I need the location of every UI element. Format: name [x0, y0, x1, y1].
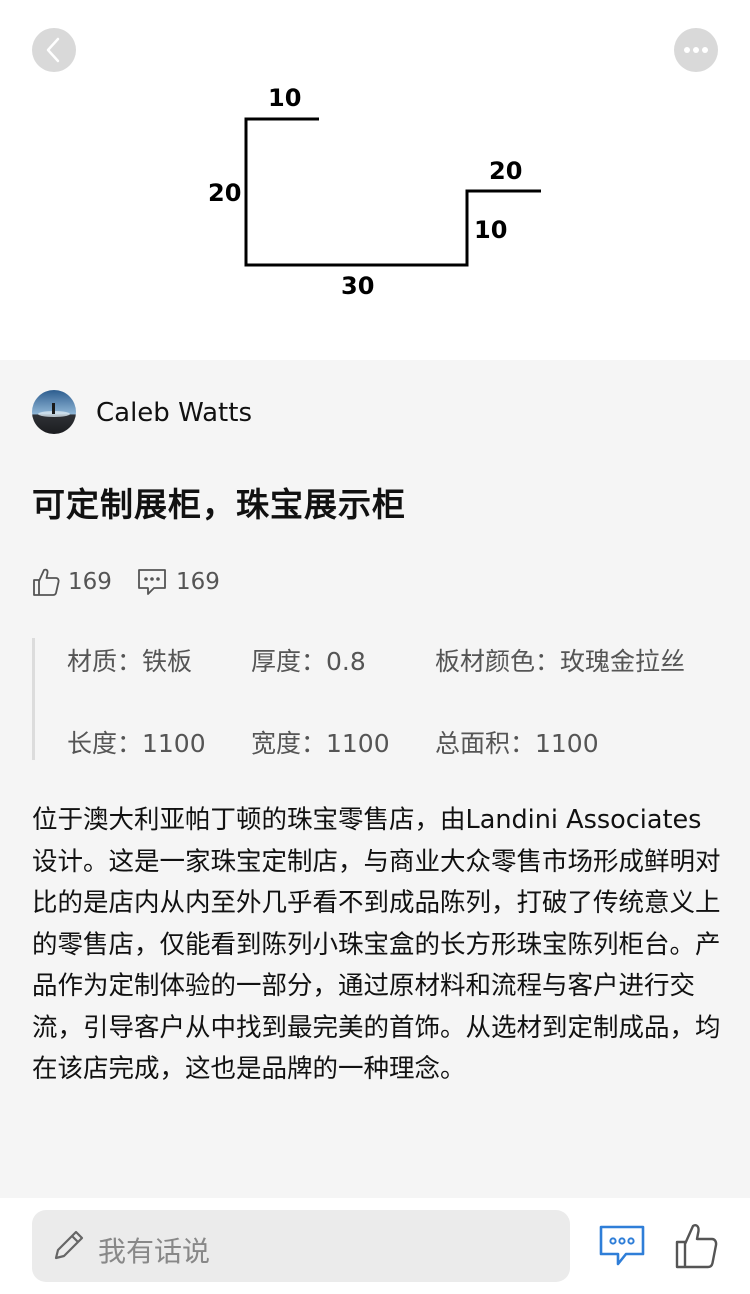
spec-color: 板材颜色：玫瑰金拉丝 — [435, 647, 686, 676]
comment-icon — [138, 569, 166, 595]
pencil-icon — [54, 1230, 84, 1260]
post-title: 可定制展柜，珠宝展示柜 — [32, 485, 406, 524]
dimension-label-right-flange: 20 — [489, 157, 523, 185]
spec-thickness: 厚度：0.8 — [251, 647, 366, 676]
ellipsis-icon — [684, 47, 708, 53]
post-stats: 169 169 — [32, 565, 432, 599]
like-button[interactable] — [674, 1222, 718, 1274]
comment-count-value: 169 — [176, 569, 220, 595]
spec-length: 长度：1100 — [67, 729, 206, 758]
dimension-label-top: 10 — [268, 84, 302, 112]
post-content: Caleb Watts 可定制展柜，珠宝展示柜 169 169 材质：铁板 厚度… — [0, 360, 750, 1198]
chevron-left-icon — [46, 37, 60, 63]
comment-count[interactable]: 169 — [136, 565, 220, 599]
back-button[interactable] — [32, 28, 76, 72]
profile-drawing — [244, 117, 541, 267]
comment-icon — [599, 1225, 645, 1266]
more-button[interactable] — [674, 28, 718, 72]
spec-block: 材质：铁板 厚度：0.8 板材颜色：玫瑰金拉丝 长度：1100 宽度：1100 … — [32, 638, 732, 760]
dimension-label-left: 20 — [208, 179, 242, 207]
dimension-label-bottom: 30 — [341, 272, 375, 300]
like-count[interactable]: 169 — [32, 565, 112, 599]
dimension-label-right-height: 10 — [474, 216, 508, 244]
hero-image: 10 20 30 20 10 — [0, 0, 750, 360]
spec-width: 宽度：1100 — [251, 729, 390, 758]
thumbs-up-icon — [33, 568, 60, 596]
author-name[interactable]: Caleb Watts — [96, 398, 252, 428]
avatar[interactable] — [32, 390, 76, 434]
comment-input-placeholder: 我有话说 — [98, 1235, 211, 1268]
spec-material: 材质：铁板 — [67, 647, 193, 676]
comment-button[interactable] — [598, 1224, 646, 1272]
post-description: 位于澳大利亚帕丁顿的珠宝零售店，由Landini Associates设计。这是… — [32, 805, 721, 1084]
thumbs-up-icon — [675, 1224, 718, 1269]
like-count-value: 169 — [68, 569, 112, 595]
bottom-bar: 我有话说 — [0, 1198, 750, 1294]
spec-area: 总面积：1100 — [435, 729, 599, 758]
comment-input[interactable]: 我有话说 — [32, 1210, 570, 1282]
